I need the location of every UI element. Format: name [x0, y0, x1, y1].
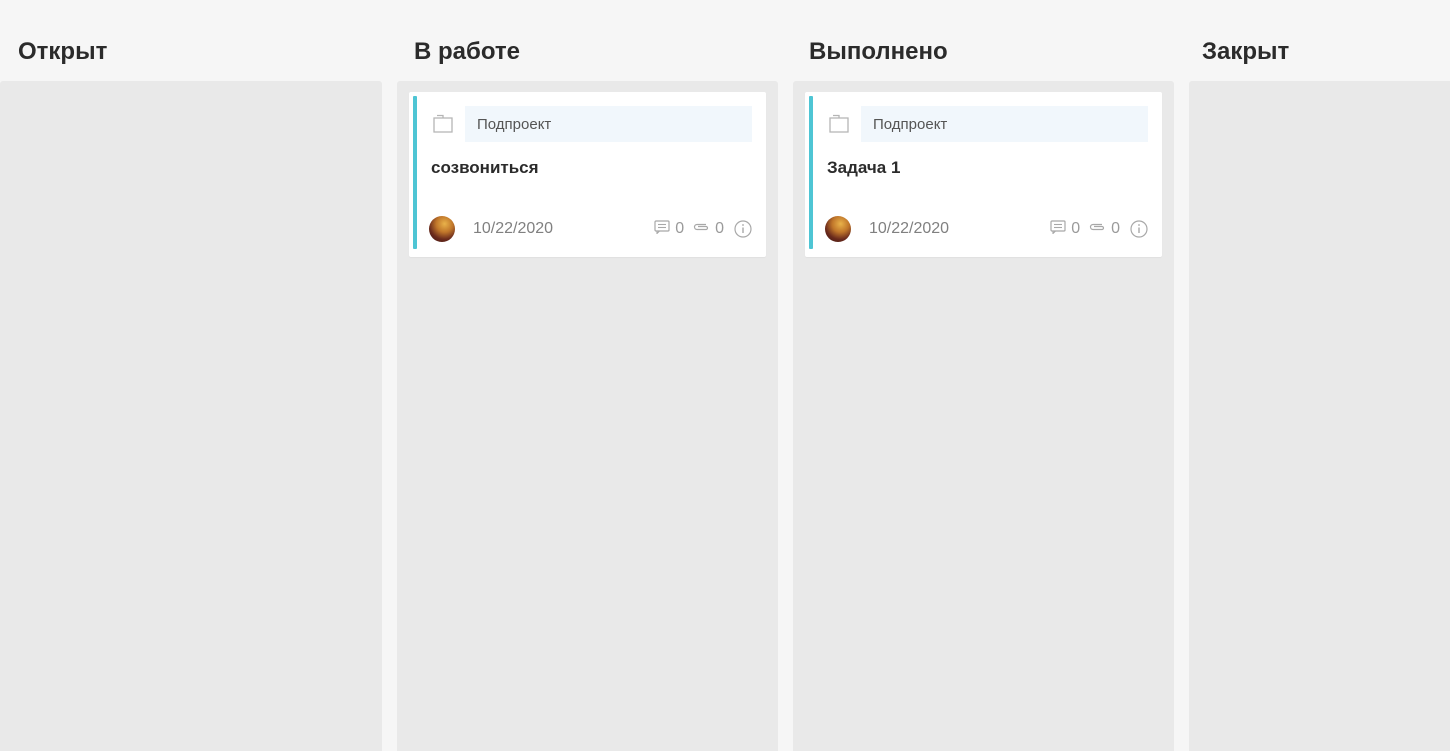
column-body[interactable]: Подпроект созвониться 10/22/2020 0 0 — [397, 81, 778, 751]
avatar[interactable] — [429, 216, 455, 242]
comment-icon — [654, 219, 675, 239]
card-due-date: 10/22/2020 — [473, 220, 554, 237]
card-footer: 10/22/2020 0 0 — [429, 215, 752, 243]
column-title: Выполнено — [809, 38, 948, 65]
avatar[interactable] — [825, 216, 851, 242]
task-card[interactable]: Подпроект Задача 1 10/22/2020 0 0 — [805, 92, 1162, 257]
column-body[interactable] — [1189, 81, 1450, 751]
comment-icon — [1050, 219, 1071, 239]
card-title[interactable]: созвониться — [431, 158, 539, 178]
paperclip-icon — [1088, 220, 1111, 238]
column-open: Открыт — [0, 0, 382, 751]
card-due-date: 10/22/2020 — [869, 220, 950, 237]
attachment-count[interactable]: 0 — [692, 220, 724, 238]
kanban-board: Открыт В работе Подпроект созвониться 10… — [0, 0, 1450, 751]
project-tag[interactable]: Подпроект — [465, 106, 752, 142]
attachment-count-value: 0 — [1111, 220, 1120, 237]
attachment-count-value: 0 — [715, 220, 724, 237]
column-body[interactable]: Подпроект Задача 1 10/22/2020 0 0 — [793, 81, 1174, 751]
paperclip-icon — [692, 220, 715, 238]
column-title: В работе — [414, 38, 520, 65]
card-meta: 0 0 — [646, 219, 752, 239]
card-footer: 10/22/2020 0 0 — [825, 215, 1148, 243]
project-tag[interactable]: Подпроект — [861, 106, 1148, 142]
info-icon[interactable] — [1130, 220, 1148, 238]
info-icon[interactable] — [734, 220, 752, 238]
card-project-row: Подпроект — [827, 106, 1148, 142]
attachment-count[interactable]: 0 — [1088, 220, 1120, 238]
card-meta: 0 0 — [1042, 219, 1148, 239]
card-title[interactable]: Задача 1 — [827, 158, 900, 178]
comment-count[interactable]: 0 — [654, 219, 685, 239]
column-title: Закрыт — [1202, 38, 1290, 65]
comment-count-value: 0 — [675, 220, 685, 237]
comment-count[interactable]: 0 — [1050, 219, 1081, 239]
card-project-row: Подпроект — [431, 106, 752, 142]
column-body[interactable] — [0, 81, 382, 751]
folder-icon — [431, 112, 455, 136]
card-status-accent — [413, 96, 417, 249]
column-title: Открыт — [18, 38, 108, 65]
comment-count-value: 0 — [1071, 220, 1081, 237]
column-in-progress: В работе Подпроект созвониться 10/22/202… — [397, 0, 778, 751]
column-closed: Закрыт — [1189, 0, 1450, 751]
task-card[interactable]: Подпроект созвониться 10/22/2020 0 0 — [409, 92, 766, 257]
folder-icon — [827, 112, 851, 136]
card-status-accent — [809, 96, 813, 249]
column-done: Выполнено Подпроект Задача 1 10/22/2020 … — [793, 0, 1174, 751]
